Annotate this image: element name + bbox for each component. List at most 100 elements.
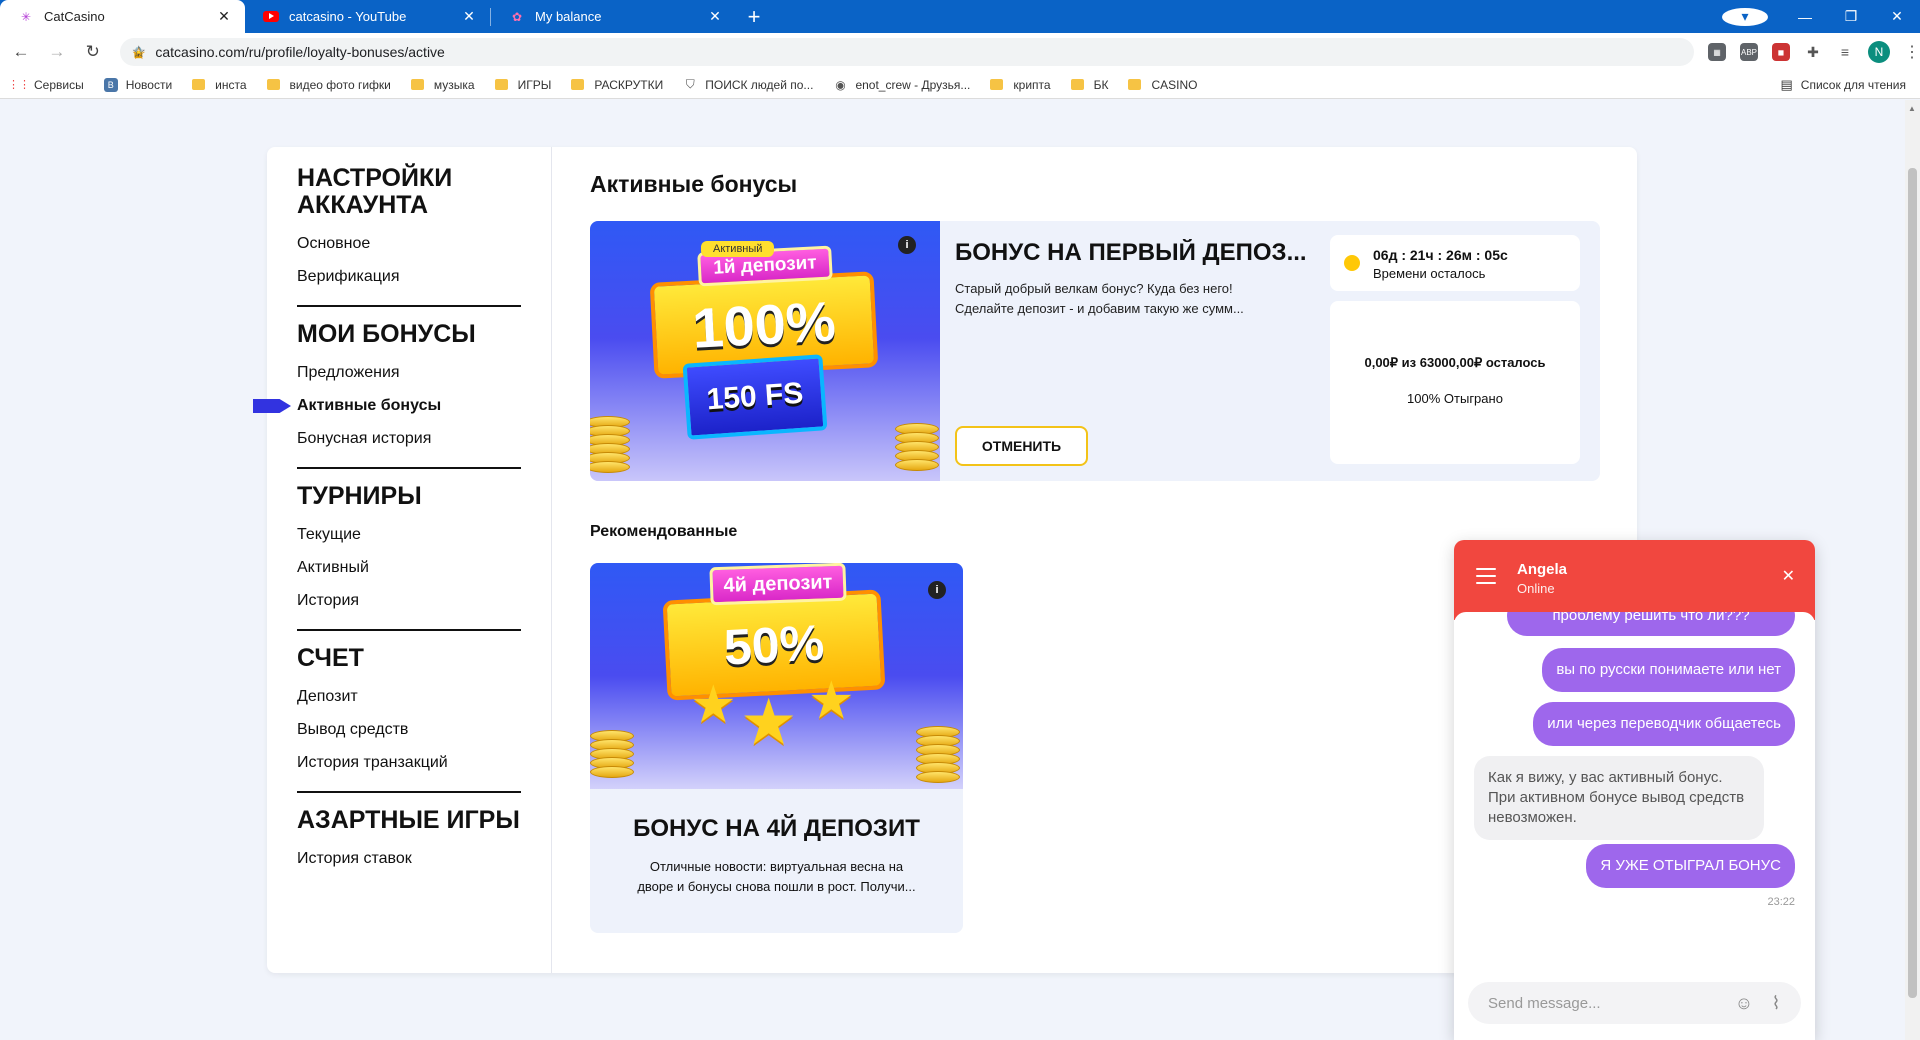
folder-icon (410, 79, 424, 90)
profile-avatar[interactable]: N (1868, 41, 1890, 63)
agent-status: Online (1517, 581, 1555, 596)
folder-icon (1070, 79, 1084, 90)
bookmark-label: музыка (433, 77, 475, 92)
coins-icon (590, 416, 630, 473)
sidebar-section-account: НАСТРОЙКИ АККАУНТА Основное Верификация (267, 165, 551, 307)
time-remaining-box: 06д : 21ч : 26м : 05с Времени осталось (1330, 235, 1580, 291)
attachment-icon[interactable]: ⌇ (1765, 993, 1787, 1014)
recommended-heading: Рекомендованные (590, 523, 738, 540)
sidebar-section-gambling: АЗАРТНЫЕ ИГРЫ История ставок (267, 807, 551, 875)
extension-icon[interactable]: ◼ (1772, 43, 1790, 61)
sidebar-item-offers[interactable]: Предложения (297, 356, 521, 389)
bookmark-folder[interactable]: БК (1070, 78, 1108, 92)
sidebar-item-history[interactable]: История (297, 584, 521, 617)
support-chat-widget: Angela Online ✕ проблему решить что ли??… (1454, 540, 1815, 1040)
tab-my-balance[interactable]: ✿ My balance ✕ (491, 0, 736, 33)
shield-icon: ⛉ (685, 77, 695, 91)
agent-name: Angela (1517, 561, 1568, 578)
chat-message-user: или через переводчик общаетесь (1533, 702, 1795, 746)
chat-message-input[interactable] (1488, 994, 1723, 1012)
cancel-bonus-button[interactable]: ОТМЕНИТЬ (955, 426, 1088, 466)
bookmark-services[interactable]: ⋮⋮ Сервисы (8, 78, 84, 92)
window-controls: ▾ — ❐ ✕ (1722, 0, 1920, 33)
url-text[interactable]: catcasino.com/ru/profile/loyalty-bonuses… (155, 44, 1682, 60)
bookmark-folder[interactable]: РАСКРУТКИ (571, 78, 663, 92)
info-icon[interactable]: i (928, 581, 946, 599)
section-title: НАСТРОЙКИ АККАУНТА (297, 164, 453, 219)
reading-list-button[interactable]: ▤ Список для чтения (1780, 71, 1906, 99)
bookmark-label: видео фото гифки (289, 77, 391, 92)
sidebar-item-withdraw[interactable]: Вывод средств (297, 713, 521, 746)
sidebar-item-active[interactable]: Активный (297, 551, 521, 584)
bookmark-news[interactable]: В Новости (103, 77, 172, 92)
scroll-up-icon[interactable]: ▲ (1908, 104, 1916, 113)
bookmark-search-people[interactable]: ⛉ ПОИСК людей по... (683, 77, 814, 92)
close-icon[interactable]: ✕ (1782, 566, 1795, 586)
tab-catcasino[interactable]: ✳ CatCasino ✕ (0, 0, 245, 33)
star-icon: ★ (808, 672, 855, 730)
new-tab-button[interactable]: + (736, 4, 772, 30)
menu-icon[interactable]: ⋮ (1904, 42, 1920, 62)
extension-icon[interactable]: ▦ (1708, 43, 1726, 61)
address-bar[interactable]: 🔒 catcasino.com/ru/profile/loyalty-bonus… (119, 38, 1694, 66)
sidebar-item-bet-history[interactable]: История ставок (297, 842, 521, 875)
media-icon[interactable]: ≡ (1836, 43, 1854, 61)
adblock-icon[interactable]: ABP (1740, 43, 1758, 61)
bookmark-folder[interactable]: видео фото гифки (266, 77, 391, 92)
minimize-icon[interactable]: — (1782, 9, 1828, 25)
chat-input-bar: ☺ ⌇ (1468, 982, 1801, 1024)
sidebar-item-bonus-history[interactable]: Бонусная история (297, 422, 521, 455)
chat-message-user: проблему решить что ли??? (1507, 612, 1795, 636)
bookmark-enot[interactable]: ◉ enot_crew - Друзья... (833, 78, 970, 92)
catcasino-favicon-icon: ✳ (20, 9, 32, 24)
folder-icon (494, 79, 508, 90)
wagered-percent: 100% Отыграно (1407, 391, 1503, 406)
tab-title: CatCasino (44, 9, 105, 24)
bookmark-folder[interactable]: инста (192, 78, 247, 92)
window-close-icon[interactable]: ✕ (1874, 8, 1920, 25)
close-icon[interactable]: ✕ (215, 8, 233, 25)
page-scrollbar[interactable]: ▲ (1905, 100, 1920, 1040)
sidebar-item-general[interactable]: Основное (297, 227, 521, 260)
restore-icon[interactable]: ❐ (1828, 8, 1874, 25)
desc-line: Сделайте депозит - и добавим такую же су… (955, 301, 1244, 316)
chat-messages[interactable]: проблему решить что ли??? вы по русски п… (1454, 612, 1815, 942)
back-arrow-icon[interactable]: ← (6, 42, 36, 62)
scrollbar-thumb[interactable] (1908, 168, 1917, 998)
profile-card: НАСТРОЙКИ АККАУНТА Основное Верификация … (253, 147, 1637, 973)
sidebar-item-transactions[interactable]: История транзакций (297, 746, 521, 779)
sidebar-item-current[interactable]: Текущие (297, 518, 521, 551)
section-title: АЗАРТНЫЕ ИГРЫ (297, 806, 520, 834)
bookmark-folder[interactable]: CASINO (1128, 78, 1197, 92)
section-title: СЧЕТ (297, 644, 364, 672)
hamburger-menu-icon[interactable] (1476, 568, 1496, 589)
bookmark-folder[interactable]: ИГРЫ (494, 78, 551, 92)
sidebar-item-verification[interactable]: Верификация (297, 260, 521, 293)
recommended-banner-image: 4й депозит 50% ★ ★ ★ i (590, 563, 963, 789)
recommended-bonus-card[interactable]: 4й депозит 50% ★ ★ ★ i БОНУС НА 4Й ДЕПОЗ… (590, 563, 963, 933)
puzzle-icon[interactable]: ✚ (1804, 43, 1822, 61)
tab-search-icon[interactable]: ▾ (1722, 7, 1768, 26)
sidebar-item-deposit[interactable]: Депозит (297, 680, 521, 713)
bookmark-folder[interactable]: музыка (410, 77, 475, 92)
tab-youtube[interactable]: catcasino - YouTube ✕ (245, 0, 490, 33)
reading-list-label: Список для чтения (1800, 78, 1906, 92)
reload-icon[interactable]: ↻ (78, 42, 108, 62)
desc-line: Старый добрый велкам бонус? Куда без нег… (955, 281, 1233, 296)
emoji-icon[interactable]: ☺ (1733, 993, 1755, 1014)
active-bonus-card: Активный 1й депозит 100% 150 FS i БОНУС … (590, 221, 1600, 481)
youtube-favicon-icon (263, 9, 279, 25)
close-icon[interactable]: ✕ (460, 8, 478, 25)
banner-deposit-tag: 4й депозит (709, 563, 847, 606)
close-icon[interactable]: ✕ (706, 8, 724, 25)
globe-icon: ◉ (835, 77, 846, 92)
section-title: ТУРНИРЫ (297, 482, 422, 510)
info-icon[interactable]: i (898, 236, 916, 254)
folder-icon (571, 79, 585, 90)
bookmark-star-icon[interactable]: ☆ (132, 42, 146, 62)
browser-tab-bar: ✳ CatCasino ✕ catcasino - YouTube ✕ ✿ My… (0, 0, 1920, 33)
forward-arrow-icon[interactable]: → (42, 42, 72, 62)
bookmark-folder[interactable]: крипта (990, 78, 1051, 92)
sidebar-item-active-bonuses[interactable]: Активные бонусы (253, 389, 521, 422)
apps-grid-icon: ⋮⋮ (8, 79, 30, 91)
